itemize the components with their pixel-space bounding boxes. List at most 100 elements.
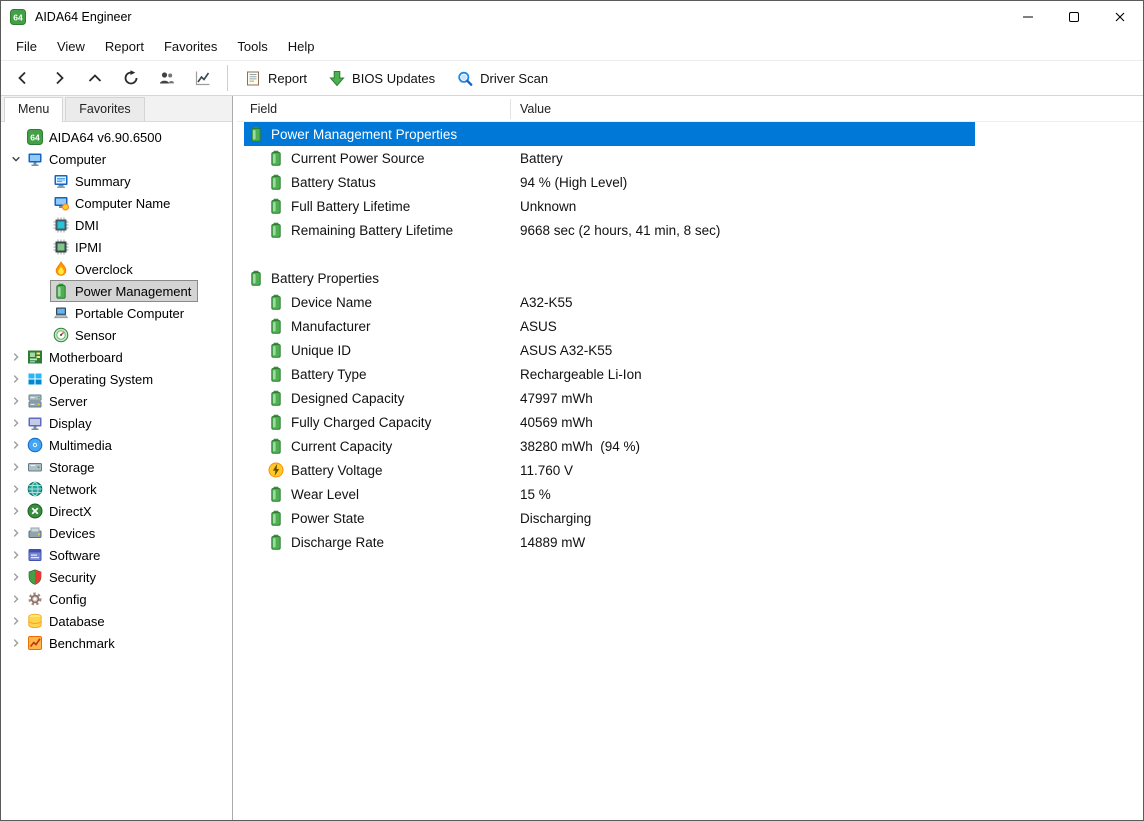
aida64-icon: 64 <box>27 129 43 145</box>
battery-icon <box>268 174 284 190</box>
chevron-right-icon[interactable] <box>7 547 25 563</box>
field-value: 47997 mWh <box>511 391 975 406</box>
config-icon <box>27 591 43 607</box>
chevron-spacer <box>33 283 51 299</box>
row-designed-capacity[interactable]: Designed Capacity47997 mWh <box>244 386 975 410</box>
menu-tools[interactable]: Tools <box>227 33 277 60</box>
tree-item-multimedia[interactable]: Multimedia <box>1 434 232 456</box>
chevron-right-icon[interactable] <box>7 371 25 387</box>
tree-item-operating-system[interactable]: Operating System <box>1 368 232 390</box>
field-label: Current Capacity <box>291 439 392 454</box>
row-full-battery-lifetime[interactable]: Full Battery LifetimeUnknown <box>244 194 975 218</box>
row-device-name[interactable]: Device NameA32-K55 <box>244 290 975 314</box>
field-value: 11.760 V <box>511 463 975 478</box>
row-current-power-source[interactable]: Current Power SourceBattery <box>244 146 975 170</box>
menu-report[interactable]: Report <box>95 33 154 60</box>
tree-item-computer[interactable]: Computer <box>1 148 232 170</box>
row-remaining-battery-lifetime[interactable]: Remaining Battery Lifetime9668 sec (2 ho… <box>244 218 975 242</box>
listview: Field Value Power Management PropertiesC… <box>237 96 1143 820</box>
tree-item-motherboard[interactable]: Motherboard <box>1 346 232 368</box>
chevron-right-icon[interactable] <box>7 437 25 453</box>
maximize-button[interactable] <box>1051 1 1097 33</box>
chevron-spacer <box>33 261 51 277</box>
tree-item-summary[interactable]: Summary <box>1 170 232 192</box>
report-label: Report <box>268 71 307 86</box>
row-battery-voltage[interactable]: Battery Voltage11.760 V <box>244 458 975 482</box>
directx-icon <box>27 503 43 519</box>
bios-updates-button[interactable]: BIOS Updates <box>318 65 446 92</box>
tree-item-aida64-v6-90-6500[interactable]: 64AIDA64 v6.90.6500 <box>1 126 232 148</box>
row-current-capacity[interactable]: Current Capacity38280 mWh (94 %) <box>244 434 975 458</box>
row-power-management-properties[interactable]: Power Management Properties <box>244 122 975 146</box>
chevron-right-icon[interactable] <box>7 613 25 629</box>
menu-file[interactable]: File <box>6 33 47 60</box>
software-icon <box>27 547 43 563</box>
chevron-spacer <box>33 217 51 233</box>
row-battery-type[interactable]: Battery TypeRechargeable Li-Ion <box>244 362 975 386</box>
tab-favorites[interactable]: Favorites <box>65 97 144 121</box>
menu-favorites[interactable]: Favorites <box>154 33 227 60</box>
tree-item-network[interactable]: Network <box>1 478 232 500</box>
close-button[interactable] <box>1097 1 1143 33</box>
security-icon <box>27 569 43 585</box>
tree-item-database[interactable]: Database <box>1 610 232 632</box>
chevron-right-icon[interactable] <box>7 525 25 541</box>
chevron-right-icon[interactable] <box>7 349 25 365</box>
chevron-right-icon[interactable] <box>7 393 25 409</box>
row-battery-properties[interactable]: Battery Properties <box>244 266 975 290</box>
tree-item-devices[interactable]: Devices <box>1 522 232 544</box>
users-button[interactable] <box>149 63 185 93</box>
row-discharge-rate[interactable]: Discharge Rate14889 mW <box>244 530 975 554</box>
row-battery-status[interactable]: Battery Status94 % (High Level) <box>244 170 975 194</box>
chevron-down-icon[interactable] <box>7 151 25 167</box>
tree-item-benchmark[interactable]: Benchmark <box>1 632 232 654</box>
tree-item-storage[interactable]: Storage <box>1 456 232 478</box>
tree-item-dmi[interactable]: DMI <box>1 214 232 236</box>
chevron-right-icon[interactable] <box>7 503 25 519</box>
toolbar-buttons: Report BIOS Updates Driver Scan <box>234 65 559 92</box>
row-manufacturer[interactable]: ManufacturerASUS <box>244 314 975 338</box>
tree-item-display[interactable]: Display <box>1 412 232 434</box>
column-header-value[interactable]: Value <box>511 102 1143 116</box>
column-header-field[interactable]: Field <box>244 99 511 119</box>
tree-item-computer-name[interactable]: Computer Name <box>1 192 232 214</box>
chevron-right-icon[interactable] <box>7 459 25 475</box>
chevron-right-icon[interactable] <box>7 415 25 431</box>
tree-item-power-management[interactable]: Power Management <box>1 280 232 302</box>
back-button[interactable] <box>5 63 41 93</box>
row-power-state[interactable]: Power StateDischarging <box>244 506 975 530</box>
tree-item-portable-computer[interactable]: Portable Computer <box>1 302 232 324</box>
chevron-right-icon[interactable] <box>7 635 25 651</box>
driver-scan-button[interactable]: Driver Scan <box>446 65 559 92</box>
row-fully-charged-capacity[interactable]: Fully Charged Capacity40569 mWh <box>244 410 975 434</box>
tree-item-directx[interactable]: DirectX <box>1 500 232 522</box>
chevron-right-icon[interactable] <box>7 591 25 607</box>
chevron-right-icon[interactable] <box>7 569 25 585</box>
tab-menu[interactable]: Menu <box>4 97 63 122</box>
battery-icon <box>268 150 284 166</box>
tree-item-server[interactable]: Server <box>1 390 232 412</box>
menu-help[interactable]: Help <box>278 33 325 60</box>
tree-item-overclock[interactable]: Overclock <box>1 258 232 280</box>
row-wear-level[interactable]: Wear Level15 % <box>244 482 975 506</box>
tree-item-security[interactable]: Security <box>1 566 232 588</box>
portable-computer-icon <box>53 305 69 321</box>
tree-item-config[interactable]: Config <box>1 588 232 610</box>
chart-button[interactable] <box>185 63 221 93</box>
battery-icon <box>268 390 284 406</box>
forward-button[interactable] <box>41 63 77 93</box>
minimize-button[interactable] <box>1005 1 1051 33</box>
refresh-button[interactable] <box>113 63 149 93</box>
driver-scan-label: Driver Scan <box>480 71 548 86</box>
up-button[interactable] <box>77 63 113 93</box>
tree-item-ipmi[interactable]: IPMI <box>1 236 232 258</box>
chevron-right-icon[interactable] <box>7 481 25 497</box>
report-button[interactable]: Report <box>234 65 318 92</box>
menu-view[interactable]: View <box>47 33 95 60</box>
field-label: Battery Type <box>291 367 367 382</box>
tree-item-sensor[interactable]: Sensor <box>1 324 232 346</box>
battery-icon <box>53 283 69 299</box>
tree-item-software[interactable]: Software <box>1 544 232 566</box>
row-unique-id[interactable]: Unique IDASUS A32-K55 <box>244 338 975 362</box>
aida64-logo-icon: 64 <box>10 9 26 25</box>
